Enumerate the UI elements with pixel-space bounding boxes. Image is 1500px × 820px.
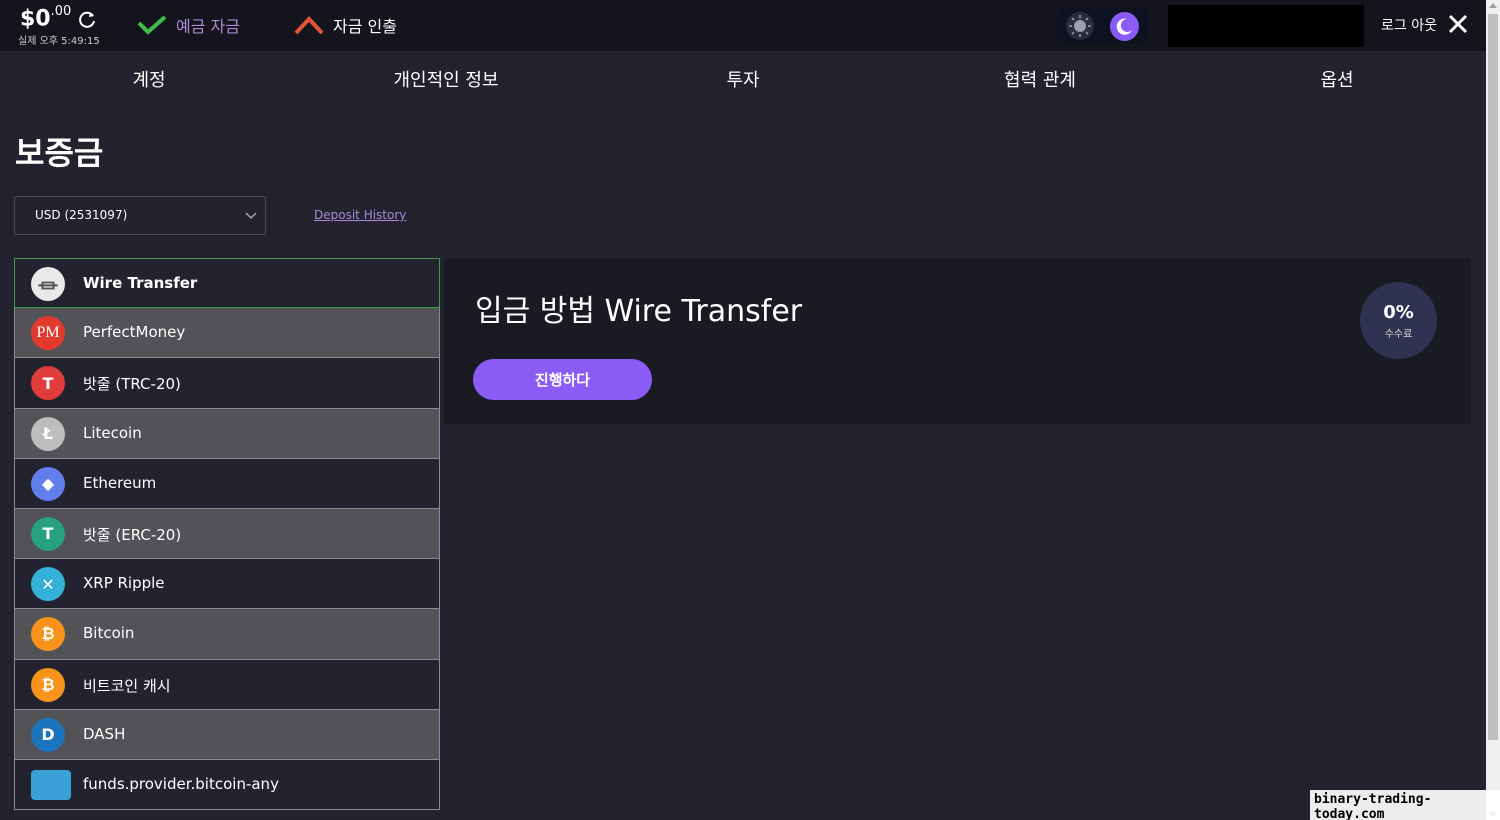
deposit-history-link[interactable]: Deposit History <box>314 208 406 222</box>
scroll-thumb[interactable] <box>1488 14 1498 740</box>
payment-method-item[interactable]: ₿ Bitcoin <box>14 609 440 660</box>
currency-select[interactable]: USD (2531097) <box>14 196 266 235</box>
bitcoin-icon: ₿ <box>31 617 65 652</box>
theme-toggle[interactable] <box>1057 7 1148 44</box>
logout-link[interactable]: 로그 아웃 <box>1381 15 1437 35</box>
nav-item-personal-info[interactable]: 개인적인 정보 <box>346 66 546 92</box>
tether-trc20-icon: T <box>31 366 65 401</box>
credit-card-icon <box>31 769 71 800</box>
payment-method-list: ⏛ Wire Transfer PM PerfectMoney T 밧줄 (TRC-20)… <box>14 258 440 811</box>
redacted-area <box>1168 5 1364 47</box>
watermark: binary-trading-today.com <box>1310 790 1500 820</box>
payment-method-label: Litecoin <box>83 423 142 442</box>
deposit-funds-label: 예금 자금 <box>176 17 240 36</box>
page-title: 보증금 <box>15 134 104 172</box>
balance-main: $0 <box>20 6 51 32</box>
payment-method-label: Ethereum <box>83 473 157 492</box>
payment-method-item[interactable]: ⏛ Wire Transfer <box>14 258 440 309</box>
ethereum-icon: ◆ <box>31 466 65 501</box>
top-bar: $0.00 실제 오후 5:49:15 예금 자금 자금 인출 로그 아웃 <box>0 0 1486 51</box>
refresh-icon[interactable] <box>77 9 97 29</box>
perfectmoney-icon: PM <box>31 316 65 351</box>
litecoin-icon: Ł <box>31 416 65 451</box>
method-detail-panel: 입금 방법 Wire Transfer 진행하다 0% 수수료 <box>444 258 1471 424</box>
proceed-button[interactable]: 진행하다 <box>473 359 652 400</box>
method-title: 입금 방법 Wire Transfer <box>475 294 803 329</box>
payment-method-label: funds.provider.bitcoin-any <box>83 774 279 793</box>
bank-icon: ⏛ <box>31 267 65 301</box>
currency-select-value: USD (2531097) <box>35 208 128 222</box>
deposit-funds-link[interactable]: 예금 자금 <box>136 12 240 38</box>
fee-badge: 0% 수수료 <box>1360 282 1437 359</box>
payment-method-label: 밧줄 (ERC-20) <box>83 525 182 544</box>
page-scrollbar[interactable] <box>1486 0 1500 820</box>
scroll-up-arrow-icon[interactable] <box>1489 3 1497 8</box>
payment-method-item[interactable]: T 밧줄 (ERC-20) <box>14 508 440 560</box>
withdraw-funds-link[interactable]: 자금 인출 <box>293 12 397 38</box>
chevron-down-icon <box>245 212 257 220</box>
payment-method-item[interactable]: Ł Litecoin <box>14 408 440 459</box>
payment-method-label: 밧줄 (TRC-20) <box>83 375 181 394</box>
payment-method-label: 비트코인 캐시 <box>83 676 171 695</box>
nav-item-partnership[interactable]: 협력 관계 <box>940 66 1140 92</box>
payment-method-label: Bitcoin <box>83 624 135 643</box>
account-balance[interactable]: $0.00 <box>20 4 72 32</box>
payment-method-item[interactable]: ◆ Ethereum <box>14 458 440 509</box>
payment-method-label: Wire Transfer <box>83 274 198 292</box>
balance-cents: .00 <box>50 4 72 19</box>
tether-erc20-icon: T <box>31 516 65 551</box>
payment-method-item[interactable]: T 밧줄 (TRC-20) <box>14 358 440 409</box>
checkmark-icon <box>137 15 167 35</box>
payment-method-item[interactable]: ₿ 비트코인 캐시 <box>14 659 440 710</box>
nav-item-account[interactable]: 계정 <box>49 66 249 92</box>
payment-method-item[interactable]: D DASH <box>14 709 440 760</box>
sun-icon[interactable] <box>1066 12 1094 40</box>
nav-item-options[interactable]: 옵션 <box>1237 66 1437 92</box>
nav-item-invest[interactable]: 투자 <box>643 66 843 92</box>
moon-icon[interactable] <box>1110 12 1139 41</box>
dash-icon: D <box>31 717 65 752</box>
withdraw-funds-label: 자금 인출 <box>333 17 397 36</box>
payment-method-label: DASH <box>83 724 126 743</box>
payment-method-item[interactable]: ✕ XRP Ripple <box>14 559 440 610</box>
bitcoin-cash-icon: ₿ <box>31 667 65 702</box>
payment-method-label: PerfectMoney <box>83 323 186 342</box>
payment-method-item[interactable]: PM PerfectMoney <box>14 308 440 359</box>
payment-method-label: XRP Ripple <box>83 574 165 593</box>
chevron-up-icon <box>294 16 324 35</box>
server-clock: 실제 오후 5:49:15 <box>18 36 100 47</box>
fee-value: 0% <box>1383 301 1414 323</box>
payment-method-item[interactable]: funds.provider.bitcoin-any <box>14 759 440 811</box>
fee-label: 수수료 <box>1384 328 1413 340</box>
close-icon[interactable] <box>1447 13 1469 35</box>
xrp-icon: ✕ <box>31 567 65 602</box>
main-nav: 계정 개인적인 정보 투자 협력 관계 옵션 <box>0 51 1486 103</box>
